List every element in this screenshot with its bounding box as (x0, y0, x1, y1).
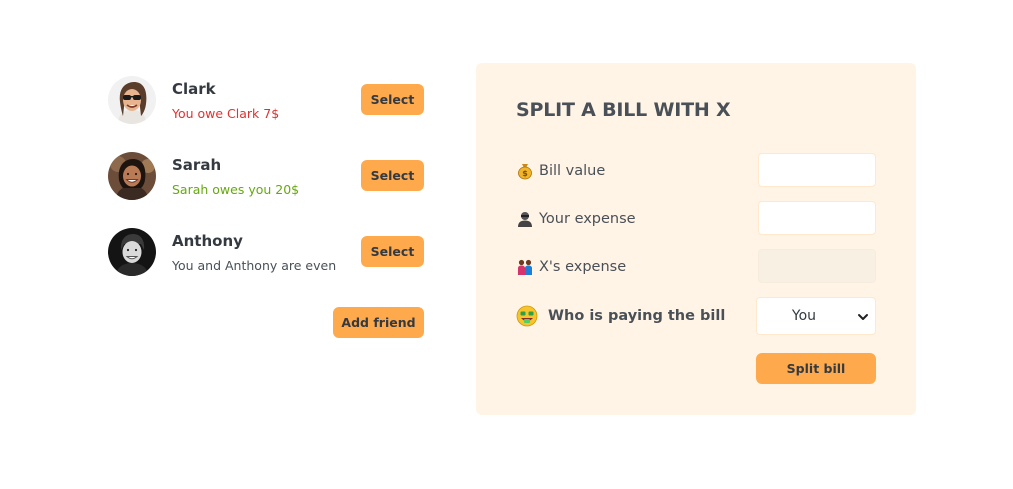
avatar-anthony (108, 228, 156, 276)
avatar-sarah (108, 152, 156, 200)
split-bill-form: SPLIT A BILL WITH X $ Bill value Your ex… (476, 63, 916, 415)
money-face-icon (516, 305, 538, 327)
couple-icon (516, 258, 534, 276)
friend-balance-status: You and Anthony are even (172, 258, 337, 273)
friend-name: Anthony (172, 232, 243, 250)
your-expense-row: Your expense (516, 201, 876, 237)
svg-text:$: $ (522, 169, 528, 178)
payer-select-value: You (791, 308, 817, 324)
split-bill-button[interactable]: Split bill (756, 353, 876, 384)
x-expense-label: X's expense (516, 249, 626, 285)
bill-value-input[interactable] (758, 153, 876, 187)
bill-value-row: $ Bill value (516, 153, 876, 189)
payer-label-text: Who is paying the bill (548, 308, 726, 324)
friends-list: Clark You owe Clark 7$ Select Sarah Sara… (108, 76, 424, 338)
payer-row: Who is paying the bill You (516, 297, 876, 335)
payer-select[interactable]: You (756, 297, 876, 335)
money-bag-icon: $ (516, 162, 534, 180)
select-friend-button[interactable]: Select (361, 84, 424, 115)
your-expense-input[interactable] (758, 201, 876, 235)
chevron-down-icon (857, 311, 869, 323)
your-expense-label-text: Your expense (539, 211, 636, 227)
friend-item-clark: Clark You owe Clark 7$ Select (108, 76, 424, 124)
friend-balance-status: Sarah owes you 20$ (172, 182, 300, 197)
your-expense-label: Your expense (516, 201, 636, 237)
x-expense-input (758, 249, 876, 283)
x-expense-label-text: X's expense (539, 259, 627, 275)
friend-item-sarah: Sarah Sarah owes you 20$ Select (108, 152, 424, 200)
avatar-clark (108, 76, 156, 124)
form-title: SPLIT A BILL WITH X (516, 99, 731, 121)
friend-balance-status: You owe Clark 7$ (172, 106, 280, 121)
payer-label: Who is paying the bill (516, 297, 725, 335)
x-expense-row: X's expense (516, 249, 876, 285)
bill-value-label-text: Bill value (539, 163, 606, 179)
friend-name: Clark (172, 80, 216, 98)
bill-value-label: $ Bill value (516, 153, 605, 189)
friend-name: Sarah (172, 156, 222, 174)
app: Clark You owe Clark 7$ Select Sarah Sara… (0, 0, 1013, 489)
person-icon (516, 210, 534, 228)
friend-item-anthony: Anthony You and Anthony are even Select (108, 228, 424, 276)
select-friend-button[interactable]: Select (361, 160, 424, 191)
select-friend-button[interactable]: Select (361, 236, 424, 267)
add-friend-button[interactable]: Add friend (333, 307, 424, 338)
